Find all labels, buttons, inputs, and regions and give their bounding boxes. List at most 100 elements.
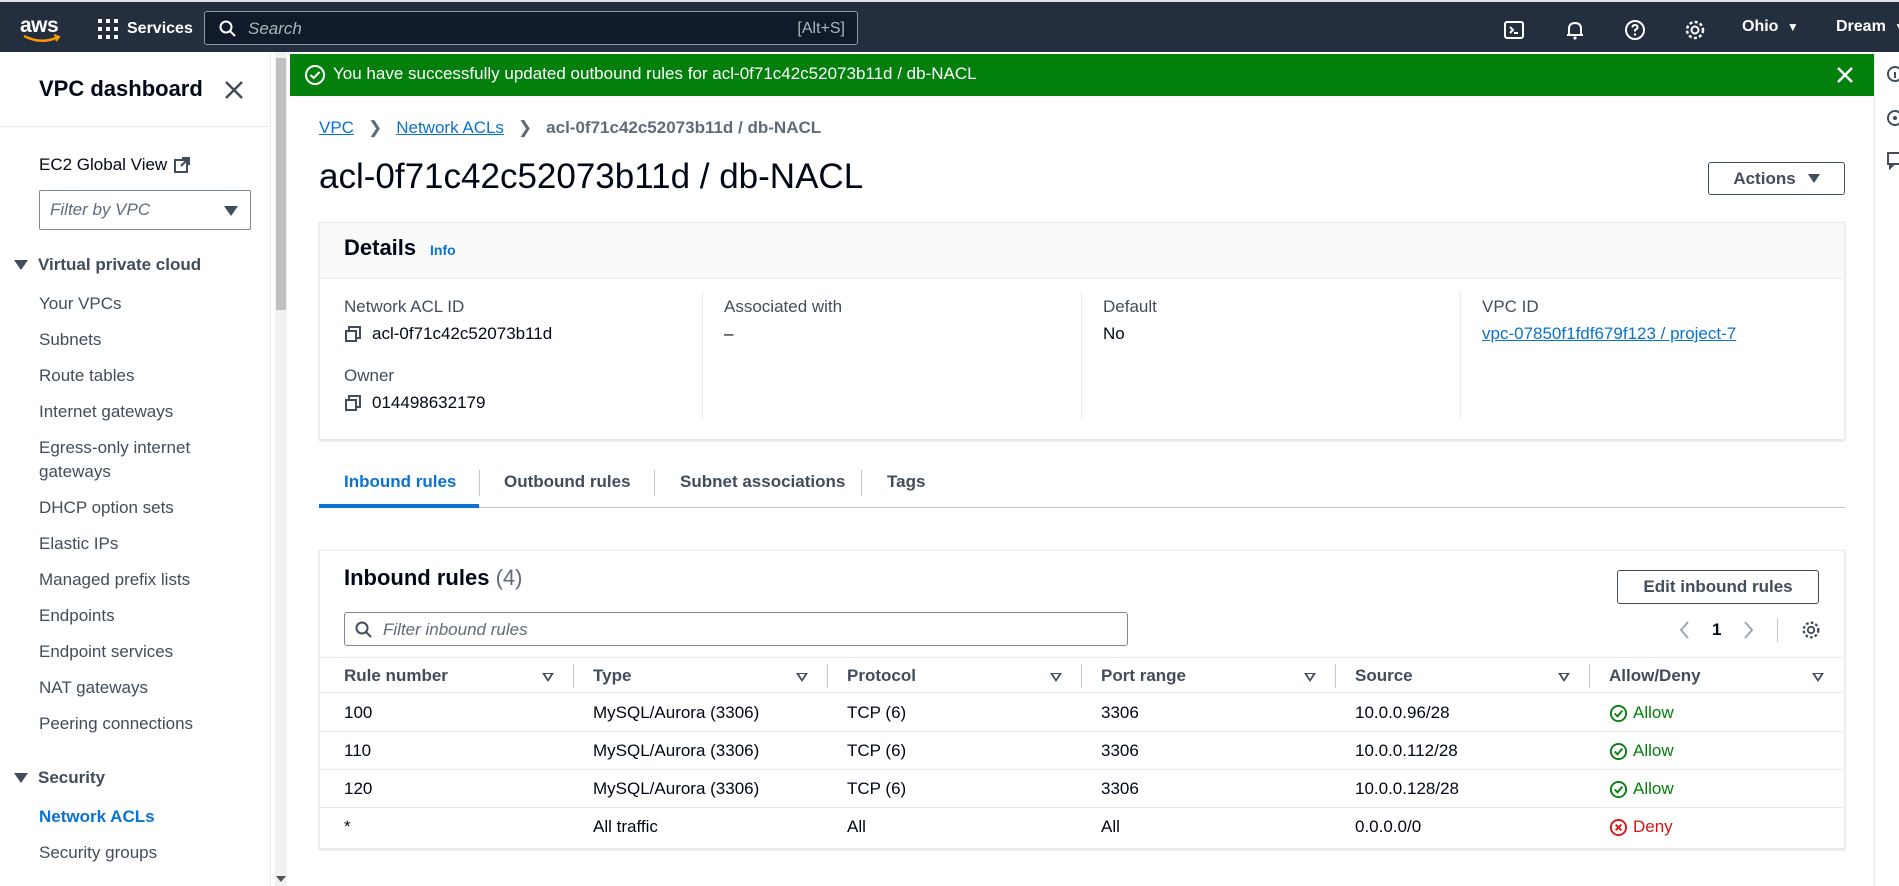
column-header-port-range[interactable]: Port range (1101, 666, 1186, 686)
cell-protocol: All (847, 817, 866, 836)
success-check-icon (305, 65, 325, 85)
column-header-type[interactable]: Type (593, 666, 631, 686)
cell-protocol: TCP (6) (847, 703, 907, 722)
notifications-bell-icon[interactable] (1563, 18, 1587, 42)
copy-icon[interactable] (344, 394, 362, 412)
sidebar-scrollbar[interactable] (275, 52, 287, 886)
sort-icon[interactable] (542, 673, 554, 682)
feedback-icon[interactable] (1885, 150, 1899, 170)
column-divider[interactable] (827, 664, 828, 688)
sidebar-item-your-vpcs[interactable]: Your VPCs (39, 292, 122, 316)
ec2-global-view-link[interactable]: EC2 Global View (39, 155, 191, 175)
sort-icon[interactable] (1304, 673, 1316, 682)
sidebar-item-nat-gateways[interactable]: NAT gateways (39, 676, 148, 700)
chevron-right-icon[interactable] (1743, 620, 1755, 640)
rules-title-text: Inbound rules (344, 565, 490, 590)
column-divider[interactable] (1335, 664, 1336, 688)
grid-menu-icon (98, 19, 118, 39)
region-selector[interactable]: Ohio ▼ (1742, 18, 1799, 36)
sort-icon[interactable] (1558, 673, 1570, 682)
section-security[interactable]: Security (14, 768, 105, 788)
cell-port-range: 3306 (1101, 779, 1139, 798)
default-value: No (1103, 324, 1125, 343)
cell-rule-number: 120 (344, 779, 373, 798)
sidebar-item-route-tables[interactable]: Route tables (39, 364, 134, 388)
column-divider[interactable] (1589, 664, 1590, 688)
cell-port-range: All (1101, 817, 1120, 836)
details-header: Details Info (320, 223, 1844, 279)
sidebar-item-egress-only-internet-gateways[interactable]: Egress-only internet gateways (39, 436, 239, 484)
tab-inbound-rules[interactable]: Inbound rules (344, 472, 456, 492)
refresh-panel-icon[interactable] (1885, 108, 1899, 128)
sidebar-item-peering-connections[interactable]: Peering connections (39, 712, 193, 736)
pager-divider (1777, 618, 1779, 642)
aws-logo[interactable]: aws (20, 14, 64, 44)
tab-subnet-associations[interactable]: Subnet associations (680, 472, 845, 492)
sidebar-item-security-groups[interactable]: Security groups (39, 841, 157, 865)
edit-inbound-rules-button[interactable]: Edit inbound rules (1617, 570, 1819, 604)
table-preferences-gear-icon[interactable] (1800, 619, 1822, 641)
current-page-number[interactable]: 1 (1712, 620, 1721, 640)
scroll-down-arrow-icon[interactable] (276, 876, 286, 882)
sidebar-item-endpoint-services[interactable]: Endpoint services (39, 640, 173, 664)
inbound-rules-container: Inbound rules (4) Edit inbound rules Fil… (319, 550, 1845, 849)
scrollbar-thumb[interactable] (276, 58, 286, 310)
table-header-row: Rule number Type Protocol Port range Sou… (320, 657, 1844, 693)
cell-allow-deny: Allow (1609, 703, 1674, 723)
info-panel-icon[interactable] (1885, 64, 1899, 84)
external-link-icon (174, 157, 191, 173)
filter-by-vpc-select[interactable]: Filter by VPC (39, 190, 251, 230)
cloudshell-icon[interactable] (1502, 18, 1526, 42)
breadcrumb-network-acls-link[interactable]: Network ACLs (396, 118, 504, 138)
sidebar-item-elastic-ips[interactable]: Elastic IPs (39, 532, 118, 556)
column-divider[interactable] (573, 664, 574, 688)
table-row: 100 MySQL/Aurora (3306) TCP (6) 3306 10.… (320, 694, 1844, 732)
cell-rule-number: 100 (344, 703, 373, 722)
settings-gear-icon[interactable] (1683, 18, 1707, 42)
cell-allow-deny: Allow (1609, 779, 1674, 799)
help-icon[interactable] (1623, 18, 1647, 42)
section-virtual-private-cloud[interactable]: Virtual private cloud (14, 255, 201, 275)
filter-inbound-rules-input[interactable]: Filter inbound rules (344, 612, 1128, 646)
chevron-down-icon: ▼ (1786, 20, 1799, 34)
breadcrumb-current: acl-0f71c42c52073b11d / db-NACL (546, 118, 822, 137)
column-header-allow-deny[interactable]: Allow/Deny (1609, 666, 1701, 686)
vpc-id-link[interactable]: vpc-07850f1fdf679f123 / project-7 (1482, 324, 1736, 344)
column-header-source[interactable]: Source (1355, 666, 1413, 686)
search-input[interactable]: Search [Alt+S] (204, 11, 858, 45)
sidebar-item-internet-gateways[interactable]: Internet gateways (39, 400, 173, 424)
actions-dropdown-button[interactable]: Actions (1708, 162, 1845, 195)
column-header-protocol[interactable]: Protocol (847, 666, 916, 686)
region-label: Ohio (1742, 18, 1779, 35)
sidebar-item-endpoints[interactable]: Endpoints (39, 604, 115, 628)
sidebar-item-subnets[interactable]: Subnets (39, 328, 101, 352)
right-tools-rail (1874, 52, 1899, 886)
success-flash-banner: You have successfully updated outbound r… (290, 54, 1874, 96)
tab-outbound-rules[interactable]: Outbound rules (504, 472, 631, 492)
table-row: 110 MySQL/Aurora (3306) TCP (6) 3306 10.… (320, 732, 1844, 770)
details-info-link[interactable]: Info (430, 242, 456, 258)
column-header-rule-number[interactable]: Rule number (344, 666, 448, 686)
column-divider[interactable] (1081, 664, 1082, 688)
account-menu[interactable]: Dream ▼ (1836, 18, 1899, 36)
table-row: * All traffic All All 0.0.0.0/0 Deny (320, 808, 1844, 846)
chevron-left-icon[interactable] (1678, 620, 1690, 640)
sort-icon[interactable] (1812, 673, 1824, 682)
cell-protocol: TCP (6) (847, 779, 907, 798)
caret-down-icon (14, 260, 28, 270)
sidebar-item-network-acls[interactable]: Network ACLs (39, 805, 155, 829)
associated-with-value: – (724, 324, 734, 343)
tab-tags[interactable]: Tags (887, 472, 925, 492)
breadcrumb-vpc-link[interactable]: VPC (319, 118, 354, 138)
copy-icon[interactable] (344, 325, 362, 343)
allow-deny-text: Deny (1633, 817, 1673, 836)
sidebar-item-dhcp-option-sets[interactable]: DHCP option sets (39, 496, 174, 520)
column-divider (702, 291, 703, 419)
sidebar-item-managed-prefix-lists[interactable]: Managed prefix lists (39, 568, 190, 592)
services-menu-button[interactable]: Services (98, 16, 193, 42)
pagination: 1 (1678, 618, 1822, 642)
sort-icon[interactable] (796, 673, 808, 682)
close-sidebar-icon[interactable] (222, 78, 246, 102)
dismiss-flash-icon[interactable] (1836, 66, 1854, 84)
sort-icon[interactable] (1050, 673, 1062, 682)
